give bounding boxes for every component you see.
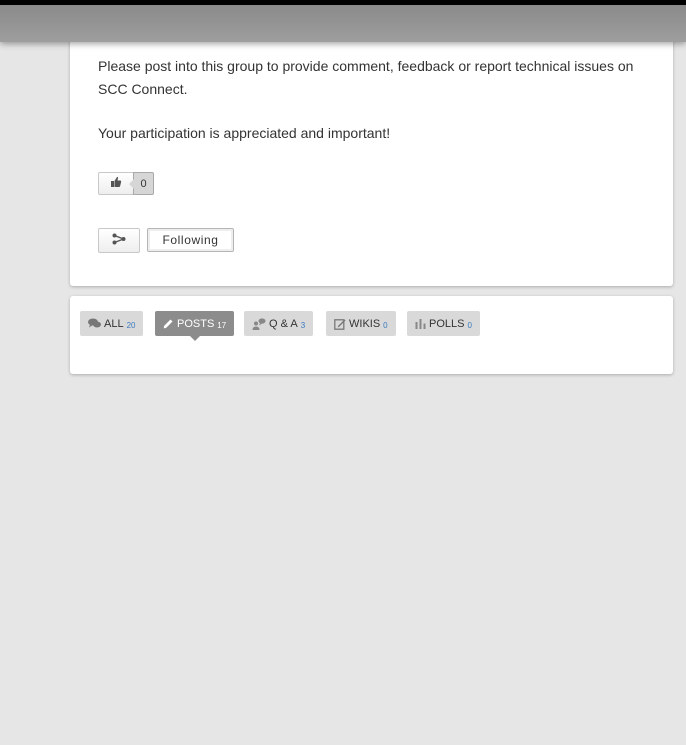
share-button[interactable] bbox=[98, 228, 140, 253]
top-navigation-bar bbox=[0, 0, 686, 42]
group-participation-text: Your participation is appreciated and im… bbox=[98, 125, 391, 141]
tab-posts[interactable]: POSTS 17 bbox=[155, 311, 235, 341]
tab-posts-count: 17 bbox=[217, 321, 227, 330]
pencil-icon bbox=[163, 318, 174, 329]
like-count: 0 bbox=[129, 172, 154, 195]
tab-wikis[interactable]: WIKIS 0 bbox=[326, 311, 396, 336]
group-description-text: Please post into this group to provide c… bbox=[98, 58, 634, 97]
following-button[interactable]: Following bbox=[147, 228, 234, 252]
qa-icon bbox=[252, 317, 266, 330]
tab-wikis-label: WIKIS bbox=[349, 317, 381, 330]
tab-all-count: 20 bbox=[126, 321, 136, 330]
tab-qa[interactable]: Q & A 3 bbox=[244, 311, 314, 336]
share-icon bbox=[112, 232, 126, 250]
like-control: 0 bbox=[98, 172, 154, 195]
tab-polls[interactable]: POLLS 0 bbox=[407, 311, 480, 336]
tab-all-label: ALL bbox=[104, 317, 124, 330]
edit-document-icon bbox=[334, 318, 346, 330]
bar-chart-icon bbox=[415, 318, 426, 329]
tab-posts-label: POSTS bbox=[177, 317, 215, 330]
tab-polls-label: POLLS bbox=[429, 317, 465, 330]
tab-all[interactable]: ALL 20 bbox=[80, 311, 144, 336]
tab-wikis-count: 0 bbox=[383, 321, 388, 330]
comments-icon bbox=[88, 318, 101, 329]
thumbs-up-icon bbox=[110, 175, 122, 193]
tab-qa-label: Q & A bbox=[269, 317, 298, 330]
group-description-card: Please post into this group to provide c… bbox=[70, 20, 673, 286]
tab-qa-count: 3 bbox=[300, 321, 306, 330]
content-filter-card: ALL 20 POSTS 17 Q & A 3 WIKIS 0 POLLS 0 bbox=[70, 296, 673, 374]
tab-polls-count: 0 bbox=[467, 321, 472, 330]
